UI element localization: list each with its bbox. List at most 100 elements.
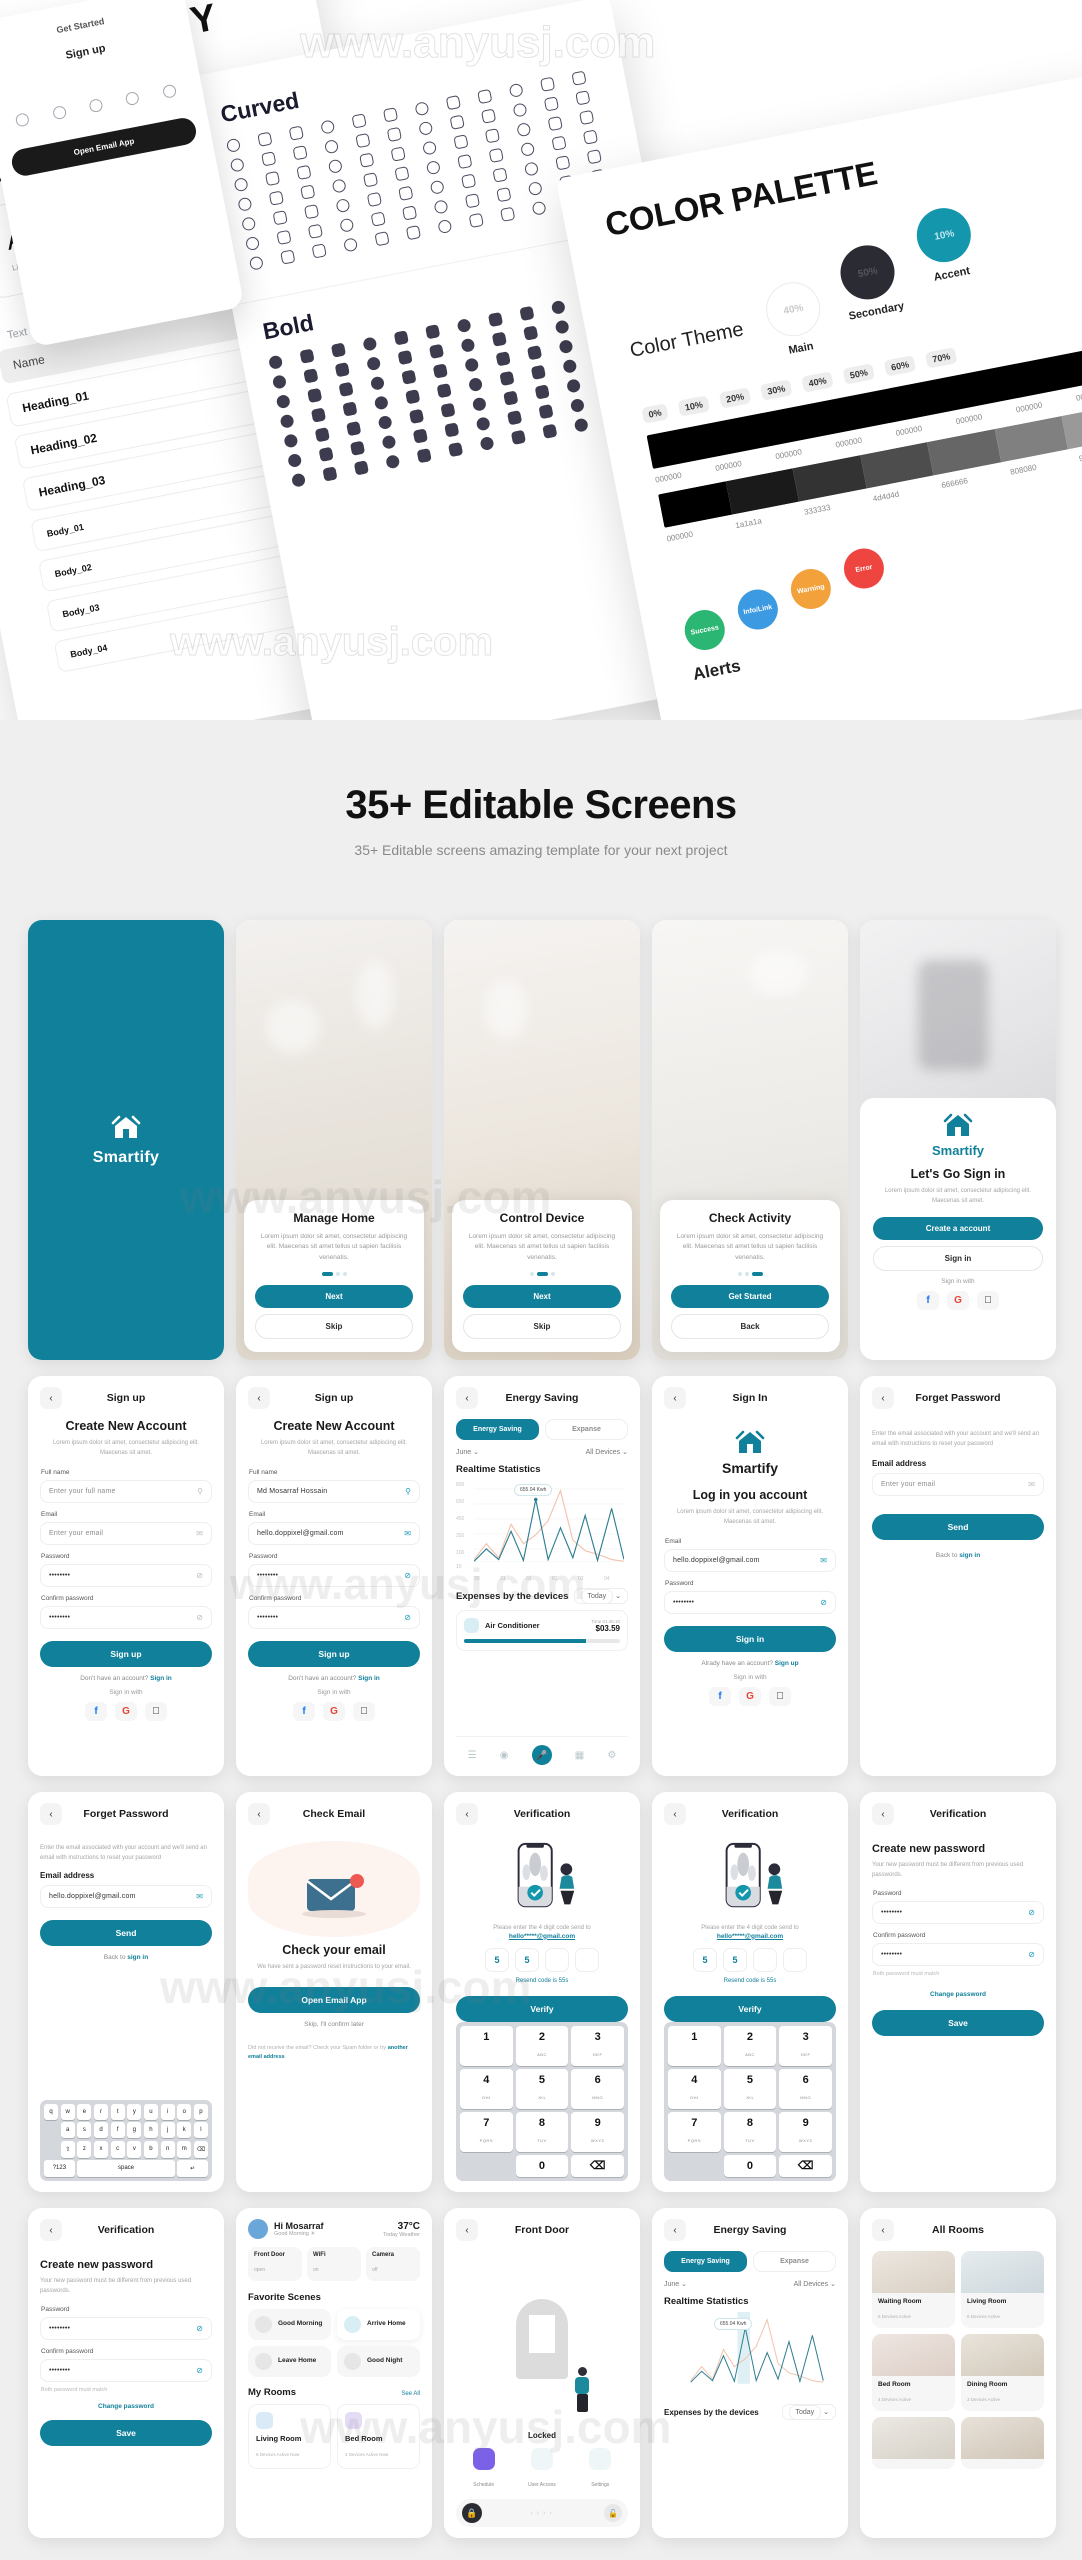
keypad-key-4[interactable]: 4 GHI [668,2068,721,2109]
room-bed[interactable]: Bed Room 4 Devices Active Now [337,2404,420,2469]
screen-onboarding-control-device[interactable]: Control Device Lorem ipsum dolor sit ame… [444,920,640,1360]
scene-good-night[interactable]: Good Night [337,2346,420,2377]
device-row[interactable]: Air Conditioner Time 01:45:10 $03.59 [456,1610,628,1651]
tab-settings-icon[interactable]: ⚙ [607,1750,616,1761]
action-user-access[interactable]: User Access [528,2448,556,2491]
eye-icon[interactable]: ⊘ [196,2324,203,2333]
key-w[interactable]: w [60,2103,75,2120]
keypad-key-8[interactable]: 8 TUV [515,2111,569,2152]
devices-select[interactable]: All Devices ⌄ [794,2280,836,2288]
tab-energy-saving[interactable]: Energy Saving [456,1419,539,1440]
tab-expanse[interactable]: Expanse [545,1419,628,1440]
change-password-link[interactable]: Change password [872,1991,1044,1998]
google-icon[interactable]: G [115,1701,137,1721]
verify-button[interactable]: Verify [456,1995,628,2022]
google-icon[interactable]: G [739,1686,761,1706]
screen-new-password-2[interactable]: ‹ Verification Create new password Your … [28,2208,224,2538]
numeric-keypad[interactable]: 1 2 ABC 3 DEF 4 GHI 5 JKL 6 MNO 7 PQRS 8 TUV 9 WXYZ 0 ⌫ [456,2021,628,2181]
change-password-link[interactable]: Change password [40,2403,212,2410]
key-e[interactable]: e [77,2103,92,2120]
screen-sign-in[interactable]: ‹ Sign In Smartify Log in you account Lo… [652,1376,848,1776]
key-l[interactable]: l [193,2122,208,2138]
otp-digit-3[interactable] [753,1947,777,1972]
chip-wifi[interactable]: WiFi on [307,2247,361,2281]
lock-slider[interactable]: 🔒 ›››› 🔓 [456,2499,628,2527]
key-y[interactable]: y [127,2103,142,2120]
lock-icon[interactable]: 🔒 [462,2503,482,2523]
otp-digit-1[interactable]: 5 [693,1947,717,1972]
keypad-key-6[interactable]: 6 MNO [571,2068,624,2109]
fullname-input[interactable]: Md Mosarraf Hossain ⚲ [248,1479,420,1503]
confirm-password-input[interactable]: •••••••• ⊘ [40,1605,212,1629]
scene-good-morning[interactable]: Good Morning [248,2309,331,2340]
password-input[interactable]: •••••••• ⊘ [664,1590,836,1614]
otp-digit-2[interactable]: 5 [723,1947,747,1972]
back-button[interactable]: Back [671,1314,829,1339]
tab-devices-icon[interactable]: ☰ [468,1750,477,1761]
key-g[interactable]: g [127,2122,142,2138]
room-card[interactable]: Dining Room 3 Devices Active [961,2334,1044,2411]
otp-inputs[interactable]: 5 5 [664,1947,836,1972]
devices-select[interactable]: All Devices ⌄ [586,1448,628,1456]
confirm-password-input[interactable]: •••••••• ⊘ [248,1605,420,1629]
keypad-key-0[interactable]: 0 [723,2154,777,2177]
screen-splash[interactable]: Smartify [28,920,224,1360]
google-icon[interactable]: G [947,1290,969,1310]
month-select[interactable]: June ⌄ [456,1448,479,1456]
backspace-key[interactable]: ⌫ [193,2140,208,2158]
numeric-key[interactable]: ?123 [44,2160,75,2177]
keypad-key-7[interactable]: 7 PQRS [668,2111,721,2152]
facebook-icon[interactable]: f [709,1686,731,1706]
skip-button[interactable]: Skip [255,1314,413,1339]
signup-button[interactable]: Sign up [40,1640,212,1667]
facebook-icon[interactable]: f [293,1701,315,1721]
confirm-password-input[interactable]: •••••••• ⊘ [872,1943,1044,1967]
key-p[interactable]: p [193,2103,208,2120]
room-card[interactable] [872,2417,955,2469]
keypad-key-3[interactable]: 3 DEF [571,2025,624,2066]
keypad-key-1[interactable]: 1 [668,2025,721,2066]
email-input[interactable]: Enter your email ✉ [40,1521,212,1545]
expenses-filter[interactable]: Today ⌄ [781,2404,836,2420]
email-input[interactable]: hello.doppixel@gmail.com ✉ [248,1521,420,1545]
room-living[interactable]: Living Room 6 Devices Active Now [248,2404,331,2469]
eye-icon[interactable]: ⊘ [404,1571,411,1580]
screen-energy-saving[interactable]: ‹ Energy Saving Energy Saving Expanse Ju… [444,1376,640,1776]
sign-in-link[interactable]: Sign in [150,1675,172,1682]
screen-verification-2[interactable]: ‹ Verification Please enter the 4 digit … [652,1792,848,2192]
keypad-key-3[interactable]: 3 DEF [779,2025,832,2066]
eye-icon[interactable]: ⊘ [1028,1908,1035,1917]
key-k[interactable]: k [177,2122,192,2138]
key-v[interactable]: v [127,2140,142,2158]
keypad-key-1[interactable]: 1 [460,2025,513,2066]
send-button[interactable]: Send [40,1920,212,1947]
key-z[interactable]: z [77,2140,92,2158]
tab-camera-icon[interactable]: ◉ [500,1750,509,1761]
confirm-password-input[interactable]: •••••••• ⊘ [40,2359,212,2383]
key-j[interactable]: j [160,2122,175,2138]
keypad-key-5[interactable]: 5 JKL [515,2068,569,2109]
key-i[interactable]: i [160,2103,175,2120]
apple-icon[interactable]:  [769,1686,791,1706]
room-card[interactable] [961,2417,1044,2469]
eye-icon[interactable]: ⊘ [196,1571,203,1580]
screen-onboarding-manage-home[interactable]: Manage Home Lorem ipsum dolor sit amet, … [236,920,432,1360]
sign-up-link[interactable]: Sign up [775,1660,799,1667]
signup-button[interactable]: Sign up [248,1640,420,1667]
screen-forget-password[interactable]: ‹ Forget Password Enter the email associ… [860,1376,1056,1776]
scene-leave-home[interactable]: Leave Home [248,2346,331,2377]
key-u[interactable]: u [143,2103,159,2120]
tab-energy-saving[interactable]: Energy Saving [664,2251,747,2272]
screen-home[interactable]: Hi Mosarraf Good Morning ☀ 37°C Today We… [236,2208,432,2538]
tab-stats-icon[interactable]: ▦ [575,1750,584,1761]
email-input[interactable]: Enter your email ✉ [872,1473,1044,1497]
eye-icon[interactable]: ⊘ [196,1613,203,1622]
screen-front-door[interactable]: ‹ Front Door Locked Schedule User Access… [444,2208,640,2538]
facebook-icon[interactable]: f [917,1290,939,1310]
keypad-key-7[interactable]: 7 PQRS [460,2111,513,2152]
action-settings[interactable]: Settings [589,2448,612,2491]
otp-digit-1[interactable]: 5 [485,1947,509,1972]
key-o[interactable]: o [177,2103,192,2120]
screen-all-rooms[interactable]: ‹ All Rooms Waiting Room 6 Devices Active… [860,2208,1056,2538]
skip-note[interactable]: Skip, I'll confirm later [248,2021,420,2028]
